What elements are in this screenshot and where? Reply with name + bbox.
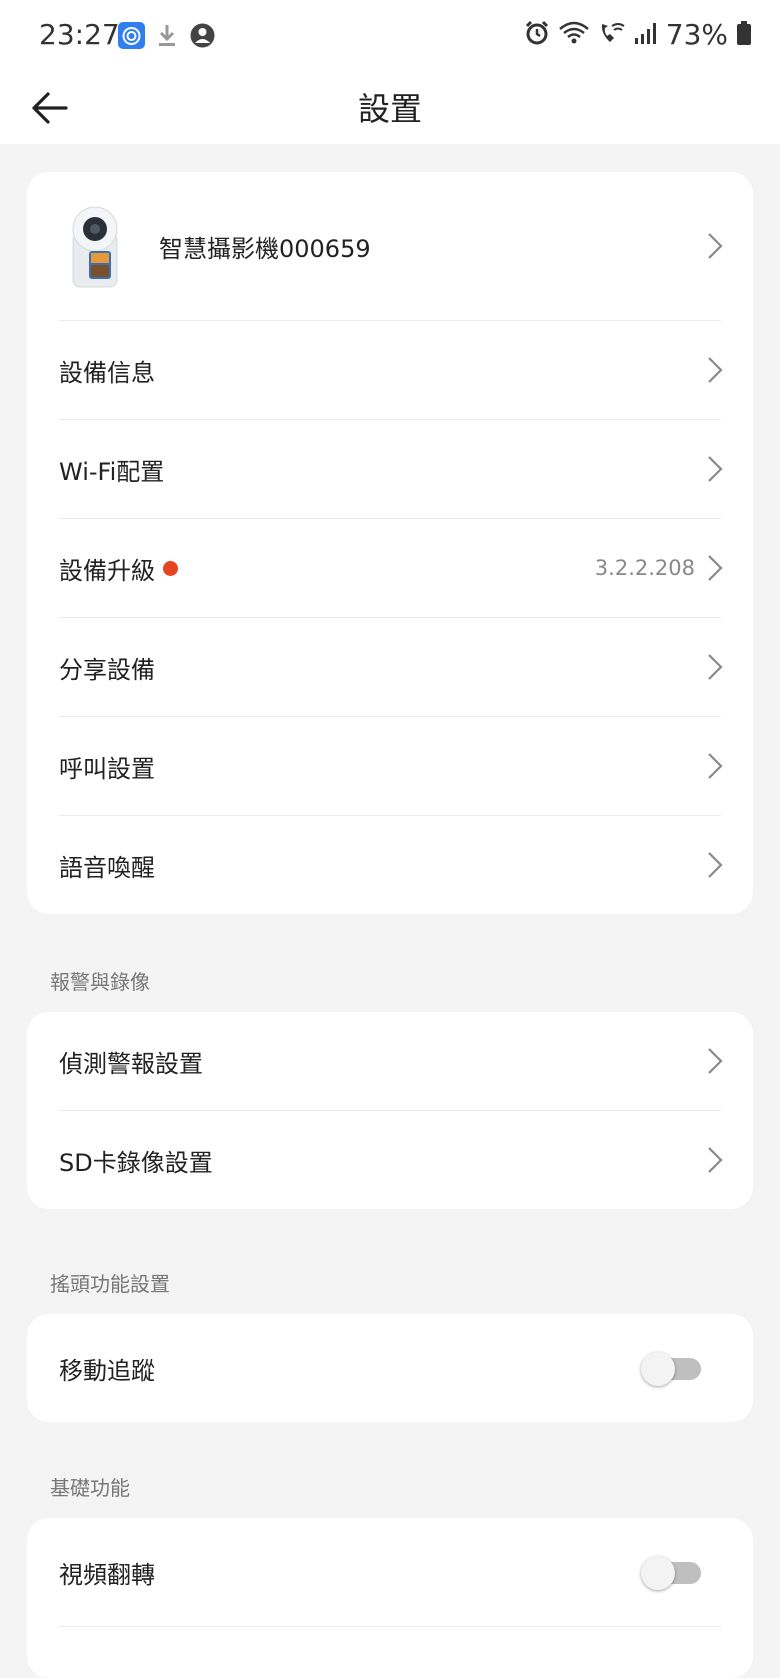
device-info-row[interactable]: 設備信息 — [27, 321, 753, 419]
alarm-icon — [524, 20, 550, 50]
chevron-right-icon — [708, 852, 723, 878]
toggle-knob — [641, 1556, 675, 1590]
row-label: 設備信息 — [59, 358, 155, 387]
chevron-right-icon — [708, 1147, 723, 1173]
wifi-icon — [558, 20, 590, 50]
device-settings-card: 智慧攝影機000659 設備信息 Wi-Fi配置 設備升級 3.2.2.208 … — [27, 172, 753, 914]
motion-tracking-row: 移動追蹤 — [27, 1314, 753, 1422]
row-label: 移動追蹤 — [59, 1356, 155, 1385]
status-left-icons — [118, 22, 216, 53]
basic-card: 視頻翻轉 — [27, 1518, 753, 1678]
battery-percentage: 73% — [665, 18, 728, 51]
chevron-right-icon — [708, 753, 723, 779]
video-flip-row: 視頻翻轉 — [27, 1518, 753, 1626]
row-label: 語音喚醒 — [59, 853, 155, 882]
device-upgrade-row[interactable]: 設備升級 3.2.2.208 — [27, 519, 753, 617]
chevron-right-icon — [708, 1048, 723, 1074]
motion-tracking-toggle[interactable] — [641, 1352, 701, 1386]
section-title-ptz: 搖頭功能設置 — [50, 1272, 170, 1296]
account-icon — [189, 22, 216, 53]
ptz-card: 移動追蹤 — [27, 1314, 753, 1422]
chevron-right-icon — [708, 456, 723, 482]
chevron-right-icon — [708, 233, 723, 259]
device-header-row[interactable]: 智慧攝影機000659 — [27, 172, 753, 320]
row-label: SD卡錄像設置 — [59, 1148, 213, 1177]
battery-icon — [736, 20, 752, 50]
chevron-right-icon — [708, 555, 723, 581]
status-bar: 23:27 73% — [0, 0, 780, 72]
firmware-version: 3.2.2.208 — [594, 556, 695, 580]
share-device-row[interactable]: 分享設備 — [27, 618, 753, 716]
camera-thumbnail-icon — [59, 203, 131, 289]
status-right-icons: 73% — [524, 18, 752, 51]
row-label: 設備升級 — [59, 556, 155, 585]
video-flip-toggle[interactable] — [641, 1556, 701, 1590]
device-name: 智慧攝影機000659 — [159, 234, 371, 263]
divider — [59, 1626, 721, 1627]
row-label: 視頻翻轉 — [59, 1560, 155, 1589]
voice-wakeup-row[interactable]: 語音喚醒 — [27, 816, 753, 914]
signal-icon — [634, 21, 658, 49]
download-icon — [155, 22, 179, 53]
chevron-right-icon — [708, 357, 723, 383]
section-title-alarm: 報警與錄像 — [50, 970, 150, 994]
sd-recording-row[interactable]: SD卡錄像設置 — [27, 1111, 753, 1209]
section-title-basic: 基礎功能 — [50, 1476, 130, 1500]
page-title: 設置 — [357, 90, 422, 128]
chevron-right-icon — [708, 654, 723, 680]
row-label: 呼叫設置 — [59, 754, 155, 783]
detection-alarm-row[interactable]: 偵測警報設置 — [27, 1012, 753, 1110]
row-label: Wi-Fi配置 — [59, 457, 165, 486]
call-settings-row[interactable]: 呼叫設置 — [27, 717, 753, 815]
toggle-knob — [641, 1352, 675, 1386]
row-label: 分享設備 — [59, 655, 155, 684]
app-notification-icon — [118, 22, 145, 53]
update-badge — [163, 560, 178, 576]
wifi-config-row[interactable]: Wi-Fi配置 — [27, 420, 753, 518]
status-time: 23:27 — [39, 18, 120, 51]
app-bar: 設置 — [0, 72, 780, 144]
row-label: 偵測警報設置 — [59, 1049, 203, 1078]
alarm-card: 偵測警報設置 SD卡錄像設置 — [27, 1012, 753, 1209]
wifi-call-icon — [598, 20, 626, 50]
